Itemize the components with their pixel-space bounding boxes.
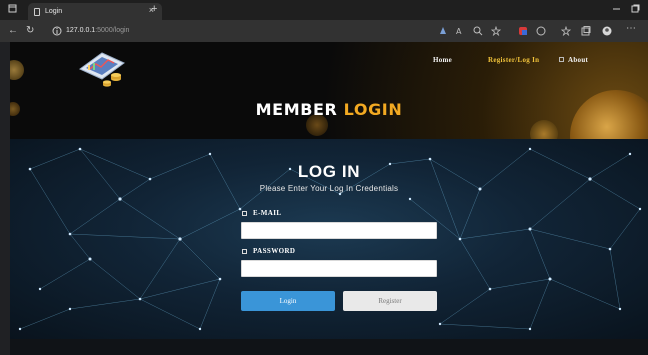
profile-badge-icon[interactable] — [518, 26, 528, 36]
password-field[interactable] — [241, 260, 437, 277]
lock-icon — [242, 248, 247, 254]
restore-icon[interactable] — [631, 4, 640, 13]
login-subtitle: Please Enter Your Log In Credentials — [259, 184, 399, 193]
zoom-icon[interactable] — [473, 26, 483, 36]
nav-about-link[interactable]: About — [568, 56, 588, 64]
more-menu-icon[interactable]: ⋯ — [626, 23, 636, 35]
password-label: PASSWORD — [242, 247, 295, 255]
email-label: E-MAIL — [242, 209, 281, 217]
site-logo — [79, 52, 125, 87]
browser-essentials-icon[interactable] — [536, 26, 546, 36]
browser-tab-bar: Login × + — [0, 0, 648, 20]
nav-home-link[interactable]: Home — [433, 56, 452, 64]
page-icon — [34, 7, 40, 16]
login-button[interactable]: Login — [241, 291, 335, 311]
address-bar: ← ↻ 127.0.0.1:5000/login A ⋯ — [0, 20, 648, 42]
url-host: 127.0.0.1 — [66, 27, 96, 34]
nav-register-login-link[interactable]: Register/Log In — [488, 56, 539, 64]
back-icon[interactable]: ← — [8, 25, 18, 37]
user-icon — [559, 57, 564, 62]
favorites-icon[interactable] — [561, 26, 571, 36]
refresh-icon[interactable]: ↻ — [26, 25, 34, 37]
tab-actions-icon[interactable] — [8, 4, 17, 13]
tab-title: Login — [45, 8, 63, 15]
email-field[interactable] — [241, 222, 437, 239]
url-field[interactable]: 127.0.0.1:5000/login — [66, 25, 129, 37]
coin-decoration — [10, 60, 24, 80]
url-path: :5000/login — [95, 27, 130, 34]
page-title-member: MEMBER — [255, 100, 338, 119]
password-label-text: PASSWORD — [253, 247, 296, 255]
read-aloud-icon[interactable]: A — [456, 26, 466, 36]
page-footer — [10, 339, 648, 355]
favorite-icon[interactable] — [491, 26, 501, 36]
email-label-text: E-MAIL — [253, 209, 282, 217]
svg-text:A: A — [456, 27, 462, 36]
minimize-icon[interactable] — [612, 4, 621, 13]
page-title-login: LOGIN — [343, 100, 403, 119]
register-button[interactable]: Register — [343, 291, 437, 311]
page-title: MEMBER LOGIN — [10, 100, 648, 119]
browser-tab[interactable]: Login × — [28, 3, 162, 20]
email-icon — [242, 210, 247, 216]
web-page: Home Register/Log In About MEMBER LOGIN — [10, 42, 648, 355]
avatar[interactable] — [602, 26, 612, 36]
site-info-icon[interactable] — [52, 26, 62, 36]
login-heading: LOG IN — [297, 162, 361, 181]
new-tab-icon[interactable]: + — [151, 3, 157, 15]
extension-icon[interactable] — [438, 26, 448, 36]
hero-banner: Home Register/Log In About MEMBER LOGIN — [10, 42, 648, 182]
collections-icon[interactable] — [581, 26, 591, 36]
